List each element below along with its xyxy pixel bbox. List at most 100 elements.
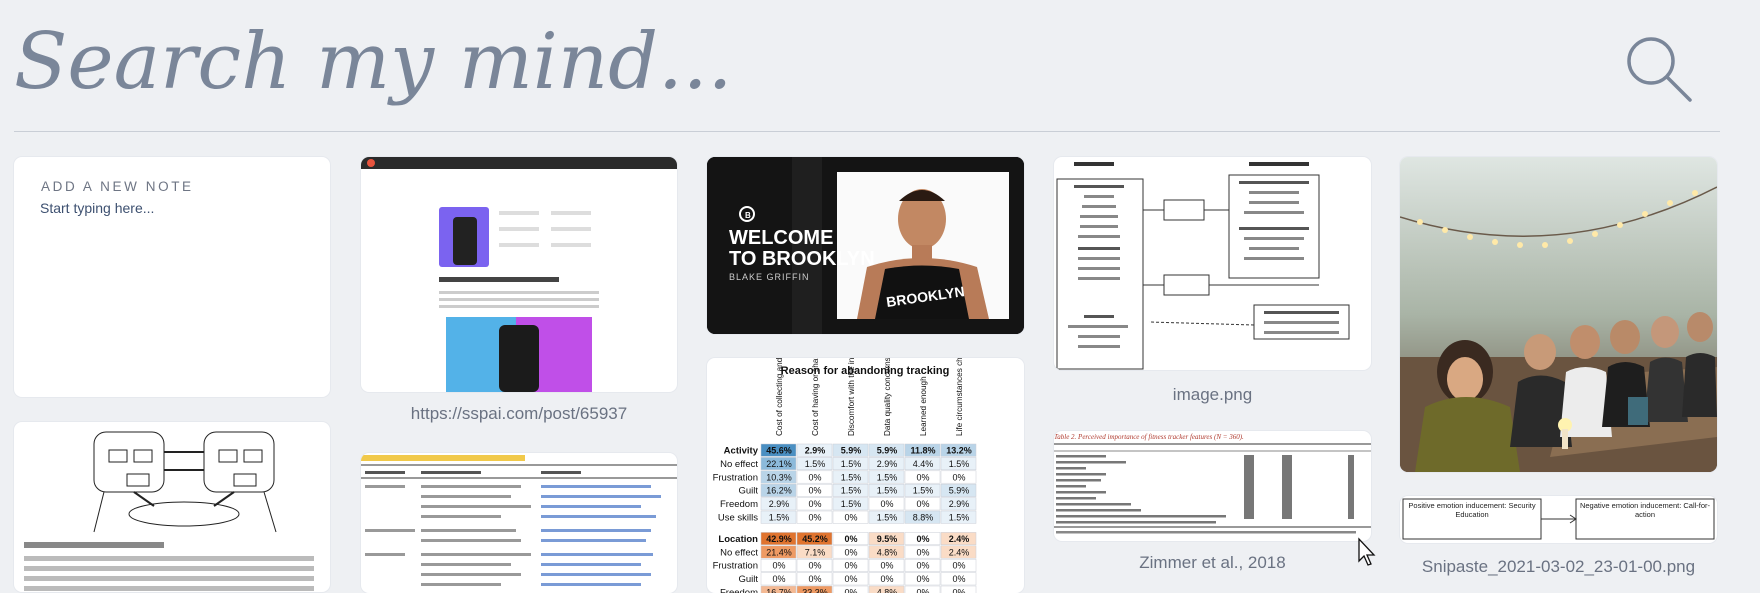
brooklyn-poster-thumbnail: B WELCOME TO BROOKLYN BLAKE GRIFFIN BROO… — [707, 157, 1024, 334]
svg-text:B: B — [745, 211, 751, 220]
cell-value: 5.9% — [877, 446, 898, 456]
cell-value: 0% — [916, 561, 929, 571]
sspai-caption: https://sspai.com/post/65937 — [361, 404, 677, 424]
cell-value: 16.7% — [766, 588, 792, 593]
image-card-brooklyn[interactable]: B WELCOME TO BROOKLYN BLAKE GRIFFIN BROO… — [707, 157, 1024, 334]
cell-value: 0% — [808, 513, 821, 523]
cell-value: 0% — [952, 574, 965, 584]
cell-value: 1.5% — [913, 486, 934, 496]
cell-value: 0% — [772, 561, 785, 571]
cell-value: 0% — [880, 574, 893, 584]
cell-value: 2.9% — [769, 499, 790, 509]
cell-value: 1.5% — [841, 472, 862, 482]
cell-value: 0% — [916, 574, 929, 584]
note-input[interactable] — [40, 200, 300, 216]
cell-value: 45.6% — [766, 446, 792, 456]
note-card-force-diagram[interactable] — [14, 422, 330, 592]
cell-value: 0% — [916, 499, 929, 509]
column-header: Discomfort with the information revealed — [847, 358, 856, 436]
cell-value: 1.5% — [805, 459, 826, 469]
row-label: Location — [718, 534, 758, 545]
cell-value: 0% — [952, 561, 965, 571]
add-note-card[interactable]: ADD A NEW NOTE — [14, 157, 330, 397]
force-diagram-thumbnail — [14, 422, 330, 592]
cell-value: 0% — [916, 534, 929, 544]
cell-value: 0% — [808, 499, 821, 509]
cell-value: 0% — [880, 561, 893, 571]
cell-value: 4.8% — [877, 547, 898, 557]
add-note-title: ADD A NEW NOTE — [41, 179, 194, 194]
cell-value: 0% — [880, 499, 893, 509]
cell-value: 1.5% — [841, 486, 862, 496]
cell-value: 0% — [952, 588, 965, 593]
column-header: Learned enough — [919, 376, 928, 436]
zimmer-table-title: Table 2. Perceived importance of fitness… — [1054, 433, 1244, 441]
row-label: Use skills — [718, 513, 758, 524]
snipaste-flow-thumbnail: Positive emotion inducement: Security Ed… — [1400, 496, 1717, 543]
cell-value: 16.2% — [766, 486, 792, 496]
cell-value: 0% — [844, 547, 857, 557]
cell-value: 1.5% — [877, 486, 898, 496]
row-label: Guilt — [738, 574, 758, 585]
chart-card-tracking[interactable]: Reason for abandoning tracking Cost of c… — [707, 358, 1024, 593]
document-card-zimmer[interactable]: Table 2. Perceived importance of fitness… — [1054, 431, 1371, 541]
cell-value: 1.5% — [877, 472, 898, 482]
row-label: Freedom — [720, 499, 758, 510]
cell-value: 2.9% — [949, 499, 970, 509]
column-header: Cost of collecting and integrating — [775, 358, 784, 436]
tracking-title: Reason for abandoning tracking — [781, 365, 950, 377]
cell-value: 0% — [844, 513, 857, 523]
cell-value: 0% — [952, 472, 965, 482]
image-card-snipaste[interactable]: Positive emotion inducement: Security Ed… — [1400, 496, 1717, 543]
search-icon — [1624, 34, 1694, 104]
cell-value: 0% — [808, 561, 821, 571]
row-label: Frustration — [713, 472, 758, 483]
cell-value: 4.8% — [877, 588, 898, 593]
cell-value: 1.5% — [769, 513, 790, 523]
image-png-caption: image.png — [1054, 385, 1371, 405]
row-label: No effect — [720, 547, 758, 558]
webpage-card-sspai[interactable] — [361, 157, 677, 392]
cell-value: 1.5% — [949, 513, 970, 523]
cell-value: 33.3% — [802, 588, 828, 593]
cell-value: 0% — [808, 574, 821, 584]
image-card-diagram[interactable] — [1054, 157, 1371, 370]
cell-value: 11.8% — [910, 446, 935, 456]
cell-value: 2.9% — [877, 459, 898, 469]
poster-line-3: BLAKE GRIFFIN — [729, 272, 810, 282]
camping-photo-thumbnail — [1400, 157, 1717, 472]
cell-value: 2.4% — [949, 547, 970, 557]
cell-value: 0% — [808, 486, 821, 496]
cell-value: 42.9% — [766, 534, 792, 544]
snipaste-caption: Snipaste_2021-03-02_23-01-00.png — [1400, 557, 1717, 577]
cell-value: 10.3% — [766, 472, 792, 482]
image-card-photo[interactable] — [1400, 157, 1717, 472]
cell-value: 1.5% — [949, 459, 970, 469]
search-button[interactable] — [1624, 34, 1694, 104]
cell-value: 0% — [916, 547, 929, 557]
cell-value: 1.5% — [841, 459, 862, 469]
zimmer-caption: Zimmer et al., 2018 — [1054, 553, 1371, 573]
row-label: Guilt — [738, 486, 758, 497]
zimmer-table-thumbnail: Table 2. Perceived importance of fitness… — [1054, 431, 1371, 541]
cell-value: 22.1% — [766, 459, 792, 469]
row-label: No effect — [720, 459, 758, 470]
cell-value: 0% — [916, 588, 929, 593]
cell-value: 5.9% — [841, 446, 862, 456]
snipaste-left-box-text: Positive emotion inducement: Security Ed… — [1405, 501, 1539, 519]
document-card-table[interactable] — [361, 453, 677, 593]
poster-line-2: TO BROOKLYN — [729, 248, 875, 270]
cell-value: 2.9% — [805, 446, 826, 456]
sspai-webpage-thumbnail — [361, 157, 677, 392]
snipaste-right-box-text: Negative emotion inducement: Call-for-ac… — [1578, 501, 1712, 519]
cell-value: 1.5% — [877, 513, 898, 523]
row-label: Freedom — [720, 588, 758, 593]
cell-value: 13.2% — [946, 446, 972, 456]
cell-value: 7.1% — [805, 547, 826, 557]
cell-value: 0% — [916, 472, 929, 482]
row-label: Activity — [724, 446, 759, 457]
cell-value: 9.5% — [877, 534, 898, 544]
cell-value: 45.2% — [802, 534, 828, 544]
search-input[interactable] — [14, 12, 1574, 112]
row-label: Frustration — [713, 561, 758, 572]
